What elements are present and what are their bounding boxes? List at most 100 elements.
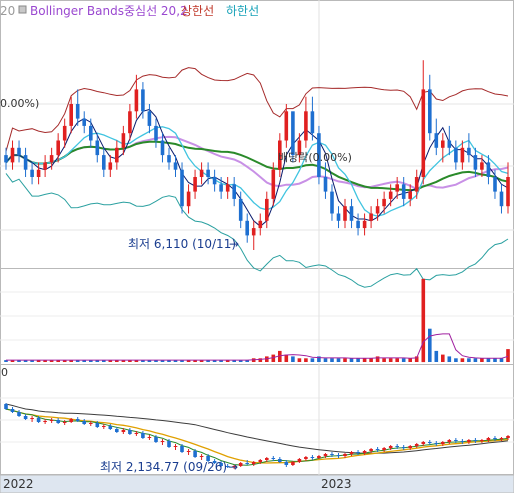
index-candle-body [160, 441, 165, 442]
price-candle-body [147, 111, 152, 126]
volume-bar [447, 356, 452, 362]
price-candle-body [388, 191, 393, 199]
price-candle-body [56, 140, 60, 156]
index-candle-body [395, 446, 399, 447]
price-candle-body [369, 213, 373, 221]
volume-bar [486, 358, 491, 362]
volume-bar [297, 358, 302, 362]
price-candle-body [349, 206, 354, 221]
index-candle-body [434, 443, 439, 444]
index-candle-body [154, 437, 158, 442]
x-tick-2023: 2023 [321, 477, 352, 491]
price-candle-body [414, 177, 419, 192]
price-candle-body [251, 228, 256, 236]
index-candle-body [82, 421, 86, 424]
index-candle-body [414, 444, 419, 446]
price-candle-body [128, 111, 132, 134]
price-candle-body [154, 125, 158, 141]
price-candle-body [271, 169, 276, 199]
price-candle-body [356, 220, 360, 229]
volume-bar [480, 358, 484, 362]
index-candle-body [473, 440, 478, 441]
price-candle-body [493, 177, 497, 192]
volume-bar [343, 358, 347, 362]
index-candle-body [141, 433, 145, 438]
index-candle-body [401, 447, 406, 448]
index-candle-body [349, 452, 354, 454]
price-candle-body [245, 220, 249, 236]
index-candle-body [291, 462, 295, 465]
price-candle-body [447, 140, 452, 148]
volume-bar [493, 358, 497, 362]
index-candle-body [486, 438, 491, 440]
index-candle-body [362, 451, 367, 453]
volume-bar [362, 358, 367, 362]
price-candle-body [219, 184, 223, 192]
price-candle-body [330, 191, 334, 214]
price-low-arrow: → [229, 237, 239, 251]
index-candle-body [251, 462, 256, 464]
index-candle-body [62, 422, 67, 423]
price-candle-body [115, 147, 119, 163]
price-candle-body [4, 155, 8, 163]
price-candle-body [434, 133, 439, 148]
price-candle-body [69, 104, 73, 126]
index-candle-body [43, 421, 47, 422]
legend-square [18, 5, 27, 14]
index-candle-body [304, 457, 308, 459]
price-candle-body [336, 213, 341, 221]
index-candle-body [454, 440, 458, 441]
index-candle-body [421, 442, 426, 444]
volume-bar [428, 328, 432, 362]
volume-bar [284, 354, 289, 362]
volume-bar [382, 358, 386, 362]
index-candle-body [10, 409, 15, 412]
volume-bar [421, 278, 426, 363]
index-candle-body [428, 442, 432, 443]
index-candle-body [17, 412, 21, 416]
index-candle-body [460, 441, 465, 442]
price-candle-body [10, 147, 15, 163]
price-candle-body [304, 111, 308, 141]
price-candle-body [102, 155, 106, 170]
price-candle-body [408, 191, 412, 199]
price-candle-body [323, 177, 328, 192]
price-candle-body [428, 89, 432, 134]
price-candle-body [480, 162, 484, 170]
index-candle-body [128, 430, 132, 434]
price-candle-body [343, 206, 347, 221]
x-tick-2022: 2022 [3, 477, 34, 491]
volume-bar [473, 358, 478, 362]
stock-chart: 20 Bollinger Bands중심선 20,2 상한선 하한선 0.00%… [0, 0, 514, 493]
price-candle-body [421, 89, 426, 177]
price-candle-body [467, 147, 471, 156]
index-candle-body [173, 446, 178, 447]
index-candle-body [343, 454, 347, 456]
index-candle-body [23, 416, 28, 419]
index-candle-body [317, 456, 321, 458]
index-candle-body [95, 423, 100, 427]
price-candle-body [454, 147, 458, 163]
index-candle-body [447, 440, 452, 442]
index-candle-body [69, 419, 73, 422]
price-candle-body [95, 140, 100, 156]
price-candle-body [23, 155, 28, 170]
legend-bb-center: Bollinger Bands중심선 20,2 [30, 4, 188, 18]
volume-bar [330, 358, 334, 362]
price-candle-body [180, 169, 184, 207]
legend-bb-lower: 하한선 [226, 4, 259, 18]
index-candle-body [330, 454, 334, 455]
left-percent-label: 0.00%) [0, 97, 39, 110]
price-candle-body [186, 191, 191, 207]
price-candle-body [499, 191, 504, 207]
volume-bar [441, 354, 445, 362]
index-candle-body [193, 451, 197, 457]
price-candle-body [134, 89, 139, 112]
price-candle-body [43, 162, 47, 170]
volume-bar [388, 358, 393, 362]
volume-bar [304, 358, 308, 362]
volume-bar [336, 358, 341, 362]
index-candle-body [108, 426, 113, 429]
price-candle-body [362, 220, 367, 229]
volume-bar [310, 358, 315, 362]
